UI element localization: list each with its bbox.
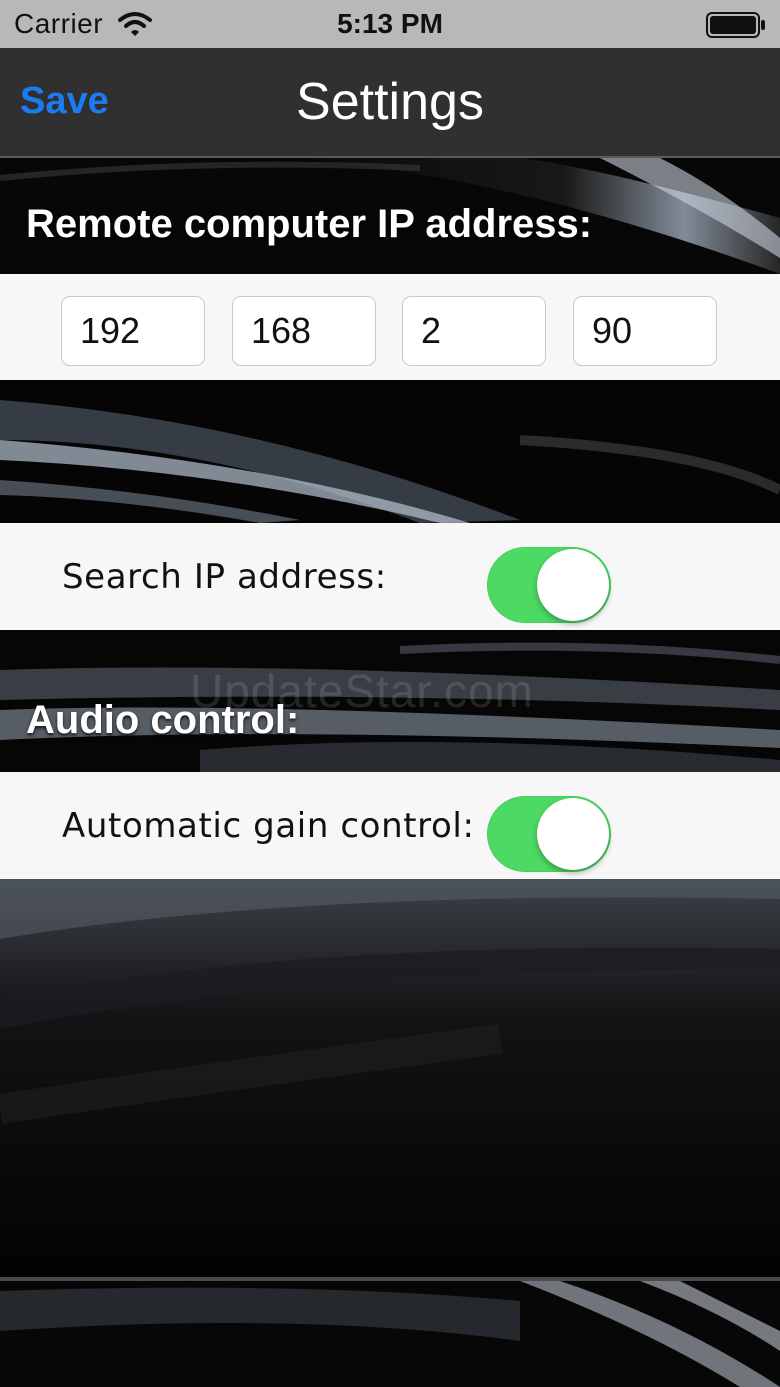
agc-toggle[interactable]: [487, 796, 611, 872]
remote-ip-heading: Remote computer IP address:: [26, 202, 593, 246]
search-ip-toggle[interactable]: [487, 547, 611, 623]
settings-screen: Carrier 5:13 PM Save Settings Remote com…: [0, 0, 780, 1387]
ip-octet-3-field[interactable]: [402, 296, 546, 366]
automatic-gain-row: Automatic gain control:: [0, 772, 780, 879]
background-streak-panel: [0, 879, 780, 1277]
ip-octet-4-field[interactable]: [573, 296, 717, 366]
toggle-knob: [537, 798, 609, 870]
navigation-bar: Save Settings: [0, 48, 780, 158]
search-ip-row: Search IP address:: [0, 523, 780, 630]
background-streak-panel: Remote computer IP address:: [0, 158, 780, 274]
ip-octet-2-field[interactable]: [232, 296, 376, 366]
search-ip-label: Search IP address:: [62, 557, 387, 597]
ip-address-panel: [0, 274, 780, 380]
streak-decoration: [0, 380, 780, 523]
toggle-knob: [537, 549, 609, 621]
clock-label: 5:13 PM: [337, 8, 443, 39]
battery-icon: [706, 12, 765, 38]
streak-decoration: [0, 1281, 780, 1387]
agc-label: Automatic gain control:: [62, 806, 475, 846]
background-streak-panel: [0, 1281, 780, 1387]
streak-decoration: [0, 879, 780, 1277]
watermark-text: UpdateStar.com: [190, 665, 534, 717]
status-bar: Carrier 5:13 PM: [0, 0, 780, 48]
background-streak-panel: [0, 380, 780, 523]
ip-octet-1-field[interactable]: [61, 296, 205, 366]
page-title: Settings: [296, 73, 484, 131]
